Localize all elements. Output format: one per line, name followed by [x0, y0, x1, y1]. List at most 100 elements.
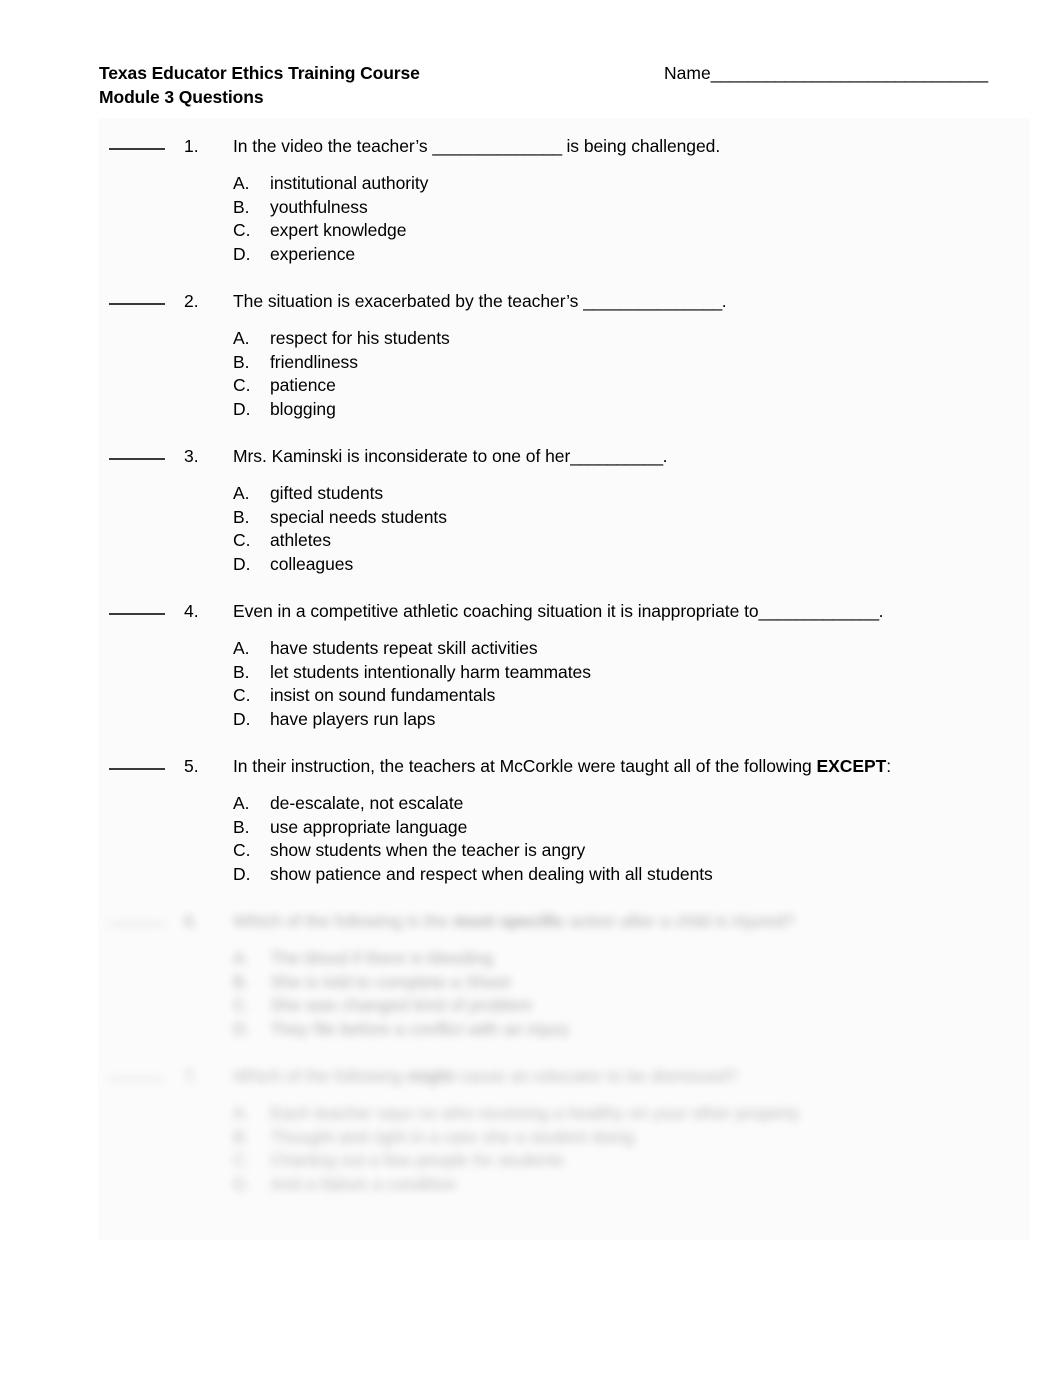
question-text: In the video the teacher’s _____________…: [233, 133, 720, 159]
question-inline-blank[interactable]: _______________: [583, 291, 722, 311]
option-item[interactable]: A. have students repeat skill activities: [233, 637, 1062, 661]
question-text: Even in a competitive athletic coaching …: [233, 598, 883, 624]
option-item[interactable]: A. gifted students: [233, 482, 1062, 506]
answer-blank[interactable]: [109, 303, 165, 305]
option-text: She was changed kind of problem: [270, 995, 533, 1015]
option-item[interactable]: B. let students intentionally harm teamma…: [233, 661, 1062, 685]
option-letter: C.: [233, 375, 251, 395]
option-item[interactable]: C. patience: [233, 374, 1062, 398]
option-item[interactable]: B. special needs students: [233, 506, 1062, 530]
question-emphasis: EXCEPT: [816, 756, 887, 776]
answer-blank[interactable]: [109, 1078, 165, 1080]
option-text: blogging: [270, 398, 336, 419]
option-letter: A.: [233, 948, 250, 968]
option-letter: A.: [233, 1103, 250, 1123]
option-item[interactable]: C. Charting out a few people for students: [233, 1149, 1062, 1173]
option-item[interactable]: D. show patience and respect when dealing…: [233, 863, 1062, 887]
header-title-row: Texas Educator Ethics Training Course Na…: [99, 61, 988, 85]
question-header: 6. Which of the following is the most spe…: [0, 908, 1062, 934]
option-text: expert knowledge: [270, 220, 407, 240]
option-letter: D.: [233, 398, 251, 419]
option-list: A. institutional authority B. youthfulness C…: [233, 172, 1062, 266]
question-header: 5. In their instruction, the teachers at …: [0, 753, 1062, 779]
question-number: 7.: [184, 1066, 199, 1086]
option-item[interactable]: A. de-escalate, not escalate: [233, 792, 1062, 816]
worksheet-sheet: Texas Educator Ethics Training Course Na…: [0, 0, 1062, 1377]
question-inline-blank[interactable]: __________: [570, 446, 663, 466]
answer-blank[interactable]: [109, 148, 165, 150]
option-text: Thought and right in a care she a studen…: [270, 1126, 635, 1147]
option-item[interactable]: C. expert knowledge: [233, 219, 1062, 243]
option-item[interactable]: D. colleagues: [233, 553, 1062, 577]
option-text: have students repeat skill activities: [270, 638, 538, 658]
option-letter: B.: [233, 351, 250, 372]
option-item[interactable]: B. use appropriate language: [233, 816, 1062, 840]
answer-blank[interactable]: [109, 613, 165, 615]
option-item[interactable]: D. experience: [233, 243, 1062, 267]
document-page: Texas Educator Ethics Training Course Na…: [0, 0, 1062, 1377]
option-item[interactable]: B. She is told to complete a Sheet: [233, 971, 1062, 995]
option-letter: A.: [233, 483, 250, 503]
question-text-before: Even in a competitive athletic coaching …: [233, 601, 759, 621]
option-list: A. Each teacher says no who receiving a h…: [233, 1102, 1062, 1196]
option-item[interactable]: A. respect for his students: [233, 327, 1062, 351]
option-item[interactable]: A. institutional authority: [233, 172, 1062, 196]
option-letter: A.: [233, 173, 250, 193]
question-list: 1. In the video the teacher’s ___________…: [0, 133, 1062, 1218]
answer-blank[interactable]: [109, 923, 165, 925]
option-item[interactable]: D. blogging: [233, 398, 1062, 422]
option-letter: B.: [233, 506, 250, 527]
option-item[interactable]: A. The blood if there is bleeding: [233, 947, 1062, 971]
option-item[interactable]: D. They file before a conflict with an in…: [233, 1018, 1062, 1042]
option-item[interactable]: D. And a failure a condition: [233, 1173, 1062, 1197]
option-text: let students intentionally harm teammate…: [270, 661, 591, 682]
question-emphasis: most specific: [453, 911, 565, 931]
question-text-after: :: [886, 756, 892, 776]
question-inline-blank[interactable]: _____________: [759, 601, 880, 621]
question-text-after: cause an educator to be dismissed?: [454, 1066, 738, 1086]
option-text: And a failure a condition: [270, 1173, 457, 1194]
option-item[interactable]: C. show students when the teacher is angr…: [233, 839, 1062, 863]
question-text-after: is being challenged.: [561, 136, 721, 156]
question-item: 7. Which of the following might cause an …: [0, 1063, 1062, 1196]
option-item[interactable]: A. Each teacher says no who receiving a h…: [233, 1102, 1062, 1126]
question-item: 6. Which of the following is the most spe…: [0, 908, 1062, 1041]
question-text: Which of the following might cause an ed…: [233, 1063, 738, 1089]
option-item[interactable]: D. have players run laps: [233, 708, 1062, 732]
option-letter: A.: [233, 638, 250, 658]
option-text: They file before a conflict with an inju…: [270, 1018, 570, 1039]
question-number: 4.: [184, 601, 199, 621]
option-letter: D.: [233, 863, 251, 884]
question-text-before: The situation is exacerbated by the teac…: [233, 291, 584, 311]
option-letter: C.: [233, 530, 251, 550]
option-letter: C.: [233, 995, 251, 1015]
question-header: 4. Even in a competitive athletic coachin…: [0, 598, 1062, 624]
option-item[interactable]: B. youthfulness: [233, 196, 1062, 220]
answer-blank[interactable]: [109, 768, 165, 770]
option-item[interactable]: C. athletes: [233, 529, 1062, 553]
question-text-before: Which of the following is the: [233, 911, 454, 931]
question-inline-blank[interactable]: ______________: [432, 136, 562, 156]
question-text: The situation is exacerbated by the teac…: [233, 288, 727, 314]
option-text: friendliness: [270, 351, 358, 372]
option-letter: D.: [233, 1173, 251, 1194]
option-item[interactable]: C. She was changed kind of problem: [233, 994, 1062, 1018]
option-item[interactable]: B. friendliness: [233, 351, 1062, 375]
option-text: She is told to complete a Sheet: [270, 971, 511, 992]
name-blank-rule[interactable]: ______________________________: [711, 63, 988, 83]
option-text: gifted students: [270, 483, 384, 503]
option-text: patience: [270, 375, 336, 395]
option-item[interactable]: C. insist on sound fundamentals: [233, 684, 1062, 708]
question-text-after: .: [662, 446, 668, 466]
option-letter: C.: [233, 1150, 251, 1170]
question-text-before: Which of the following: [233, 1066, 407, 1086]
question-text-after: .: [721, 291, 727, 311]
option-item[interactable]: B. Thought and right in a care she a stud…: [233, 1126, 1062, 1150]
question-text-before: Mrs. Kaminski is inconsiderate to one of…: [233, 446, 571, 466]
option-text: Charting out a few people for students: [270, 1150, 564, 1170]
question-item: 1. In the video the teacher’s ___________…: [0, 133, 1062, 266]
answer-blank[interactable]: [109, 458, 165, 460]
option-letter: B.: [233, 816, 250, 837]
option-text: youthfulness: [270, 196, 368, 217]
option-list: A. The blood if there is bleeding B. She is…: [233, 947, 1062, 1041]
